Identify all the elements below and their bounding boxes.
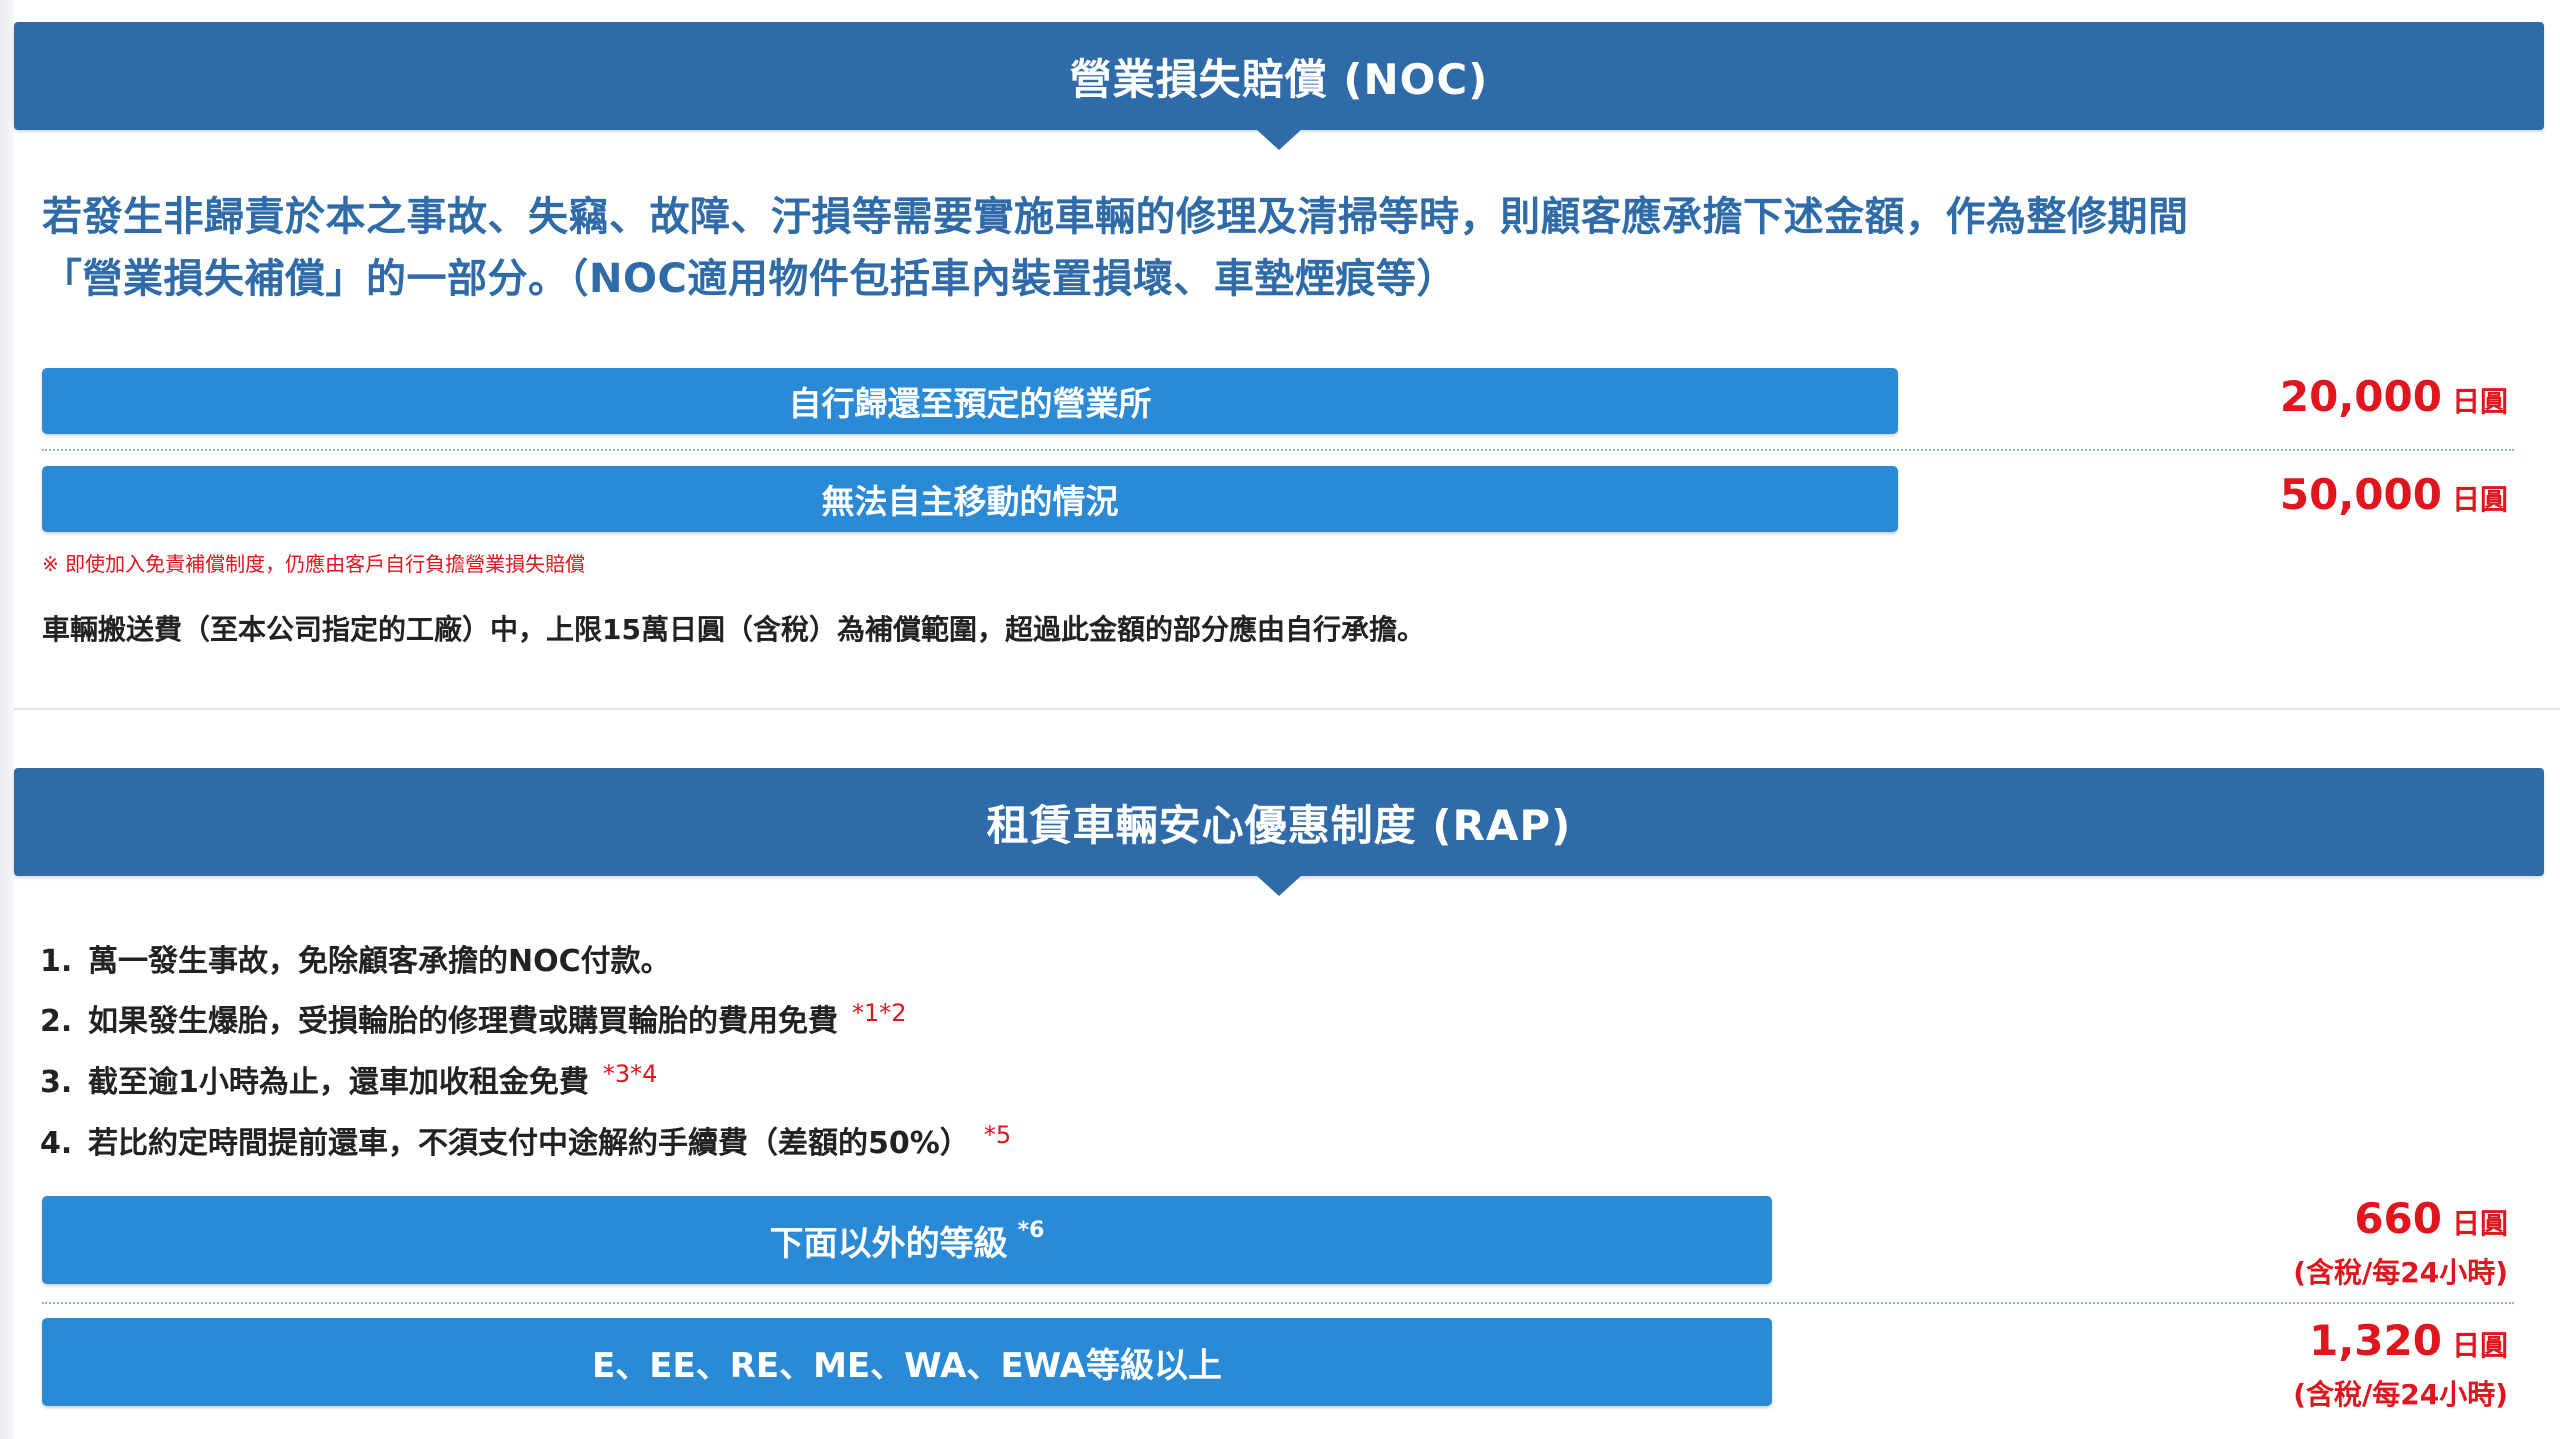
rap-benefit-4: 4. 若比約定時間提前還車，不須支付中途解約手續費（差額的50%） *5 — [40, 1118, 1011, 1162]
price-amount: 50,000 — [2279, 470, 2442, 519]
list-text: 萬一發生事故，免除顧客承擔的NOC付款。 — [88, 944, 671, 979]
price-amount: 20,000 — [2279, 372, 2442, 421]
rap-tier-standard: 下面以外的等級 *6 — [42, 1196, 1772, 1284]
rap-price-standard: 660 日圓 (含稅/每24小時) — [2293, 1194, 2508, 1291]
rap-benefit-1: 1. 萬一發生事故，免除顧客承擔的NOC付款。 — [40, 936, 671, 980]
noc-lead-text: 若發生非歸責於本之事故、失竊、故障、汙損等需要實施車輛的修理及清掃等時，則顧客應… — [42, 186, 2522, 310]
rap-tier-label: E、EE、RE、ME、WA、EWA等級以上 — [592, 1345, 1222, 1386]
row-divider — [42, 449, 2514, 451]
noc-row-return-to-office: 自行歸還至預定的營業所 — [42, 368, 1898, 434]
price-unit: 日圓 — [2451, 483, 2508, 516]
list-number: 1. — [40, 944, 73, 979]
noc-lead-line-2: 「營業損失補償」的一部分。（NOC適用物件包括車內裝置損壞、車墊煙痕等） — [42, 256, 1457, 302]
noc-section-header: 營業損失賠償 (NOC) — [14, 22, 2544, 150]
price-unit: 日圓 — [2451, 1207, 2508, 1240]
noc-price-return-to-office: 20,000 日圓 — [2280, 372, 2508, 421]
noc-row-label: 自行歸還至預定的營業所 — [788, 384, 1152, 423]
rap-section-header: 租賃車輛安心優惠制度 (RAP) — [14, 768, 2544, 896]
list-text: 截至逾1小時為止，還車加收租金免費 — [88, 1065, 589, 1100]
rap-tier-label: 下面以外的等級 — [769, 1223, 1008, 1264]
footnote-mark: *6 — [1017, 1217, 1045, 1243]
rap-tier-premium: E、EE、RE、ME、WA、EWA等級以上 — [42, 1318, 1772, 1406]
price-tax-note: (含稅/每24小時) — [2293, 1378, 2508, 1411]
noc-row-cannot-move: 無法自主移動的情況 — [42, 466, 1898, 532]
left-edge-shade — [0, 0, 14, 1439]
footnote-mark: *5 — [983, 1121, 1012, 1149]
rap-title: 租賃車輛安心優惠制度 (RAP) — [986, 800, 1572, 850]
noc-row-label: 無法自主移動的情況 — [821, 482, 1119, 521]
price-unit: 日圓 — [2451, 385, 2508, 418]
noc-price-cannot-move: 50,000 日圓 — [2280, 470, 2508, 519]
noc-title: 營業損失賠償 (NOC) — [1069, 54, 1489, 104]
list-text: 若比約定時間提前還車，不須支付中途解約手續費（差額的50%） — [88, 1126, 970, 1161]
rap-benefit-3: 3. 截至逾1小時為止，還車加收租金免費 *3*4 — [40, 1057, 657, 1101]
noc-lead-line-1: 若發生非歸責於本之事故、失竊、故障、汙損等需要實施車輛的修理及清掃等時，則顧客應… — [42, 194, 2189, 240]
price-tax-note: (含稅/每24小時) — [2293, 1256, 2508, 1289]
footnote-mark: *1*2 — [852, 999, 907, 1027]
price-unit: 日圓 — [2451, 1329, 2508, 1362]
footnote-mark: *3*4 — [602, 1060, 658, 1088]
section-divider — [14, 708, 2560, 710]
list-number: 2. — [40, 1004, 73, 1039]
price-amount: 1,320 — [2309, 1316, 2442, 1365]
noc-disclaimer-note: ※ 即使加入免責補償制度，仍應由客戶自行負擔營業損失賠償 — [42, 552, 586, 576]
price-amount: 660 — [2354, 1194, 2442, 1243]
row-divider — [42, 1302, 2514, 1304]
rap-benefit-2: 2. 如果發生爆胎，受損輪胎的修理費或購買輪胎的費用免費 *1*2 — [40, 996, 907, 1040]
rap-price-premium: 1,320 日圓 (含稅/每24小時) — [2293, 1316, 2508, 1413]
list-number: 4. — [40, 1126, 73, 1161]
noc-transport-fee-text: 車輛搬送費（至本公司指定的工廠）中，上限15萬日圓（含稅）為補償範圍，超過此金額… — [42, 613, 1425, 646]
list-number: 3. — [40, 1065, 73, 1100]
list-text: 如果發生爆胎，受損輪胎的修理費或購買輪胎的費用免費 — [88, 1004, 838, 1039]
